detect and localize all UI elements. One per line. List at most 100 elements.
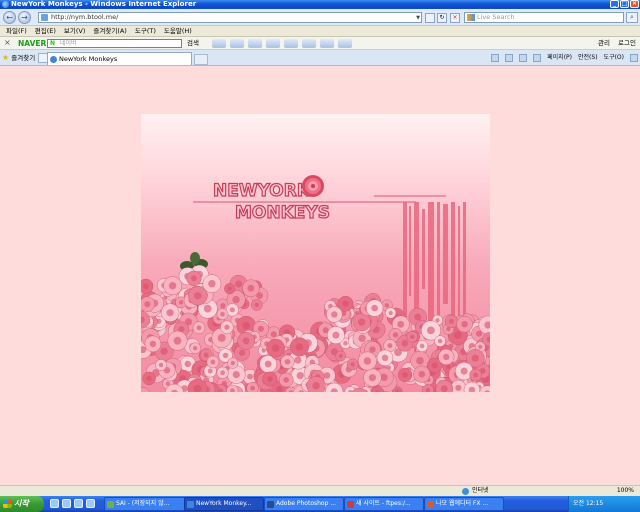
rose-center [387, 343, 393, 349]
toolbar-icon[interactable] [212, 39, 226, 48]
back-button[interactable]: ← [3, 11, 16, 24]
feeds-icon[interactable] [505, 54, 514, 62]
rose-center [446, 364, 451, 370]
refresh-icon[interactable]: ↻ [437, 13, 447, 23]
rose-center [476, 330, 483, 337]
banner-graphic: NEWYORK MONKEYS [141, 175, 490, 392]
rose-center [312, 382, 320, 390]
live-search-input[interactable]: Live Search [464, 12, 624, 23]
help-icon[interactable] [630, 54, 638, 62]
compat-icon[interactable] [425, 13, 435, 23]
globe-icon [462, 488, 469, 495]
quicklaunch-icon[interactable] [74, 499, 83, 508]
rose-center [264, 360, 272, 368]
safety-menu[interactable]: 안전(S) [578, 53, 598, 63]
minimize-button[interactable]: _ [610, 0, 619, 8]
print-icon[interactable] [533, 54, 542, 62]
toolbar-icon[interactable] [320, 39, 334, 48]
toolbar-icon[interactable] [302, 39, 316, 48]
rose-center [332, 331, 340, 339]
toolbar-icon[interactable] [338, 39, 352, 48]
quicklaunch-icon[interactable] [50, 499, 59, 508]
search-go-button[interactable]: ⌕ [626, 12, 638, 23]
rose-center [230, 361, 235, 366]
logo-line2: MONKEYS [235, 203, 330, 223]
system-tray: 오전 12:15 [568, 496, 640, 512]
toolbar-icon[interactable] [230, 39, 244, 48]
rose-center [208, 280, 216, 288]
quick-launch [50, 499, 95, 508]
rose-center [338, 354, 343, 358]
toolbar-icon[interactable] [284, 39, 298, 48]
menu-file[interactable]: 파일(F) [2, 26, 31, 36]
taskbar-item-ftp[interactable]: 새 사이트 - ftpes:/... [344, 497, 424, 511]
manage-button[interactable]: 관리 [598, 39, 610, 48]
star-icon: ★ [2, 53, 10, 62]
toolbar-icon[interactable] [248, 39, 262, 48]
favorites-button[interactable]: ★ 즐겨찾기 [2, 53, 35, 63]
login-button[interactable]: 로그인 [618, 39, 636, 48]
naver-search-input[interactable]: N 네이버 [47, 39, 182, 48]
chevron-down-icon[interactable]: ▼ [416, 14, 420, 23]
rose-center [207, 368, 213, 374]
rose-center [196, 325, 202, 331]
rose-center [368, 374, 376, 382]
address-input[interactable]: http://nym.btool.me/ ▼ [38, 12, 422, 23]
rose-center [416, 356, 424, 365]
maximize-button[interactable]: □ [620, 0, 629, 8]
menu-favorites[interactable]: 즐겨찾기(A) [89, 26, 130, 36]
rose-center [295, 343, 304, 351]
ftp-icon [347, 501, 354, 508]
rose-center [473, 372, 478, 378]
close-button[interactable]: × [630, 0, 639, 8]
tab-newyork-monkeys[interactable]: NewYork Monkeys [47, 52, 192, 65]
zoom-level[interactable]: 100% [617, 486, 634, 496]
taskbar-item-label: SAI - (저장되지 않... [116, 500, 170, 507]
naver-search-button[interactable]: 검색 [187, 39, 199, 48]
taskbar-item-ie[interactable]: NewYork Monkey... [184, 497, 264, 511]
taskbar-item-sai[interactable]: SAI - (저장되지 않... [104, 497, 188, 511]
rose-center [342, 300, 349, 307]
rose-center [358, 334, 366, 342]
flash-banner[interactable]: NEWYORK MONKEYS [141, 114, 490, 392]
rose-center [358, 318, 366, 326]
logo-line1: NEWYORK [213, 181, 311, 201]
naver-logo[interactable]: NAVER [18, 38, 46, 49]
rose-center [471, 354, 479, 362]
live-search-placeholder: Live Search [477, 13, 515, 21]
favorites-label: 즐겨찾기 [11, 54, 36, 62]
start-button[interactable]: 시작 [0, 496, 44, 512]
taskbar-item-photoshop[interactable]: Adobe Photoshop ... [264, 497, 344, 511]
menu-view[interactable]: 보기(V) [60, 26, 89, 36]
toolbar-icon[interactable] [266, 39, 280, 48]
rose-center [222, 352, 229, 359]
rose-center [143, 283, 149, 290]
new-tab-button[interactable] [194, 54, 208, 65]
stop-icon[interactable]: × [450, 13, 460, 23]
rose-center [144, 301, 151, 308]
rose-center [448, 318, 454, 324]
rose-center [166, 309, 174, 317]
rose-center [437, 338, 443, 344]
rose-center [203, 352, 209, 358]
sai-icon [107, 501, 114, 508]
rose-center [443, 353, 450, 361]
page-icon [41, 14, 48, 21]
naver-n-icon: N [50, 40, 56, 47]
rose-center [343, 341, 348, 346]
quicklaunch-icon[interactable] [62, 499, 71, 508]
menu-tools[interactable]: 도구(T) [131, 26, 160, 36]
taskbar-item-namo[interactable]: 나모 웹에디터 FX ... [424, 497, 504, 511]
home-icon[interactable] [491, 54, 500, 62]
menu-help[interactable]: 도움말(H) [160, 26, 196, 36]
quicklaunch-icon[interactable] [86, 499, 95, 508]
naver-search-placeholder: 네이버 [60, 40, 77, 47]
naver-toolbar-icons [212, 39, 352, 48]
mail-icon[interactable] [519, 54, 528, 62]
clock[interactable]: 오전 12:15 [573, 500, 603, 507]
toolbar-close-button[interactable]: × [4, 38, 11, 47]
page-menu[interactable]: 페이지(P) [547, 53, 572, 63]
menu-edit[interactable]: 편집(E) [31, 26, 60, 36]
forward-button[interactable]: → [18, 11, 31, 24]
tools-menu[interactable]: 도구(O) [604, 53, 624, 63]
